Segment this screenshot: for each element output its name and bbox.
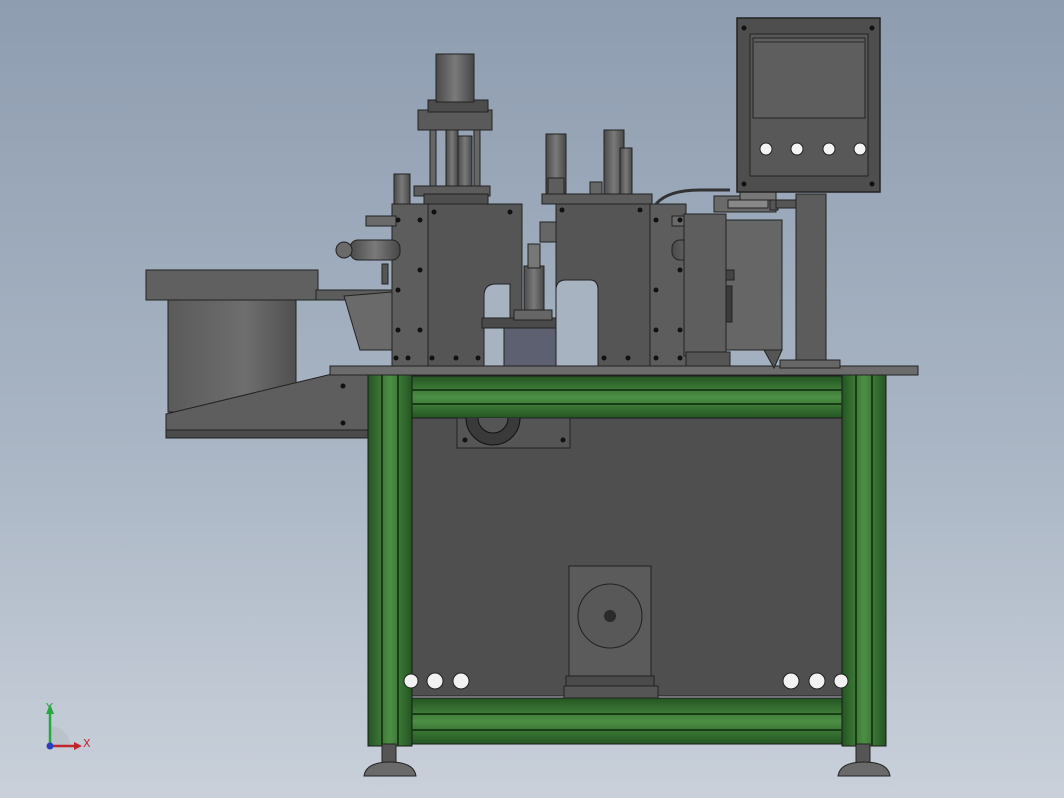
- cad-viewport[interactable]: Y X: [0, 0, 1064, 798]
- hmi-button-4: [853, 142, 867, 156]
- hmi-control-box: [736, 17, 881, 193]
- axis-label-x: X: [83, 737, 91, 750]
- bowl-feeder: [145, 269, 393, 439]
- hmi-post: [779, 193, 841, 369]
- hmi-button-3: [822, 142, 836, 156]
- upper-motor-bracket: [456, 417, 571, 449]
- axis-triad: Y X: [45, 701, 91, 750]
- hmi-button-1: [759, 142, 773, 156]
- hmi-button-2: [790, 142, 804, 156]
- leveling-feet: [363, 743, 891, 777]
- main-motor: [563, 565, 659, 699]
- axis-label-y: Y: [45, 701, 53, 714]
